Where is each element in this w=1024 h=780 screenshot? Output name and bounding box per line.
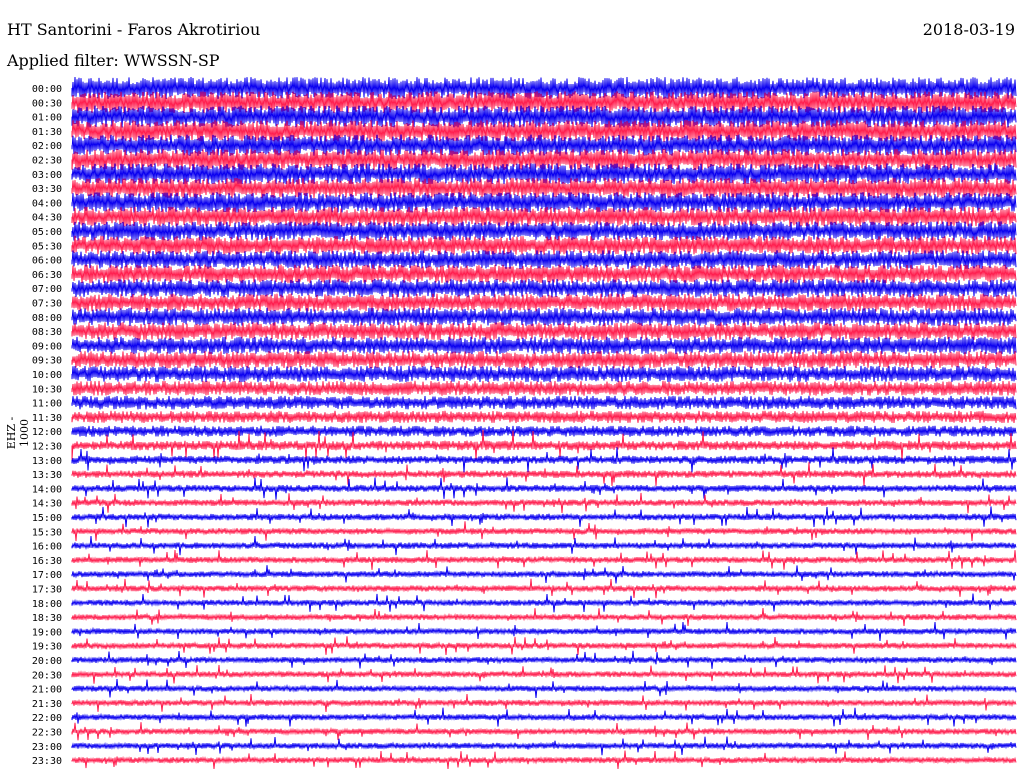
time-tick-label: 18:00 <box>32 599 62 610</box>
time-tick-label: 03:00 <box>32 170 62 181</box>
time-tick-label: 04:30 <box>32 213 62 224</box>
time-tick-label: 14:30 <box>32 499 62 510</box>
time-tick-label: 13:30 <box>32 470 62 481</box>
time-tick-label: 05:00 <box>32 227 62 238</box>
seismic-trace-1530 <box>71 521 1017 542</box>
seismic-trace-0500 <box>71 221 1017 241</box>
time-tick-label: 17:30 <box>32 585 62 596</box>
time-tick-label: 09:30 <box>32 356 62 367</box>
time-tick-label: 01:00 <box>32 113 62 124</box>
seismic-trace-2000 <box>71 650 1017 669</box>
time-tick-label: 15:00 <box>32 513 62 524</box>
time-tick-label: 21:00 <box>32 685 62 696</box>
time-tick-label: 20:30 <box>32 670 62 681</box>
seismic-trace-2100 <box>71 679 1017 698</box>
seismic-trace-1100 <box>71 395 1017 410</box>
seismic-trace-1030 <box>71 380 1017 396</box>
seismic-trace-1500 <box>71 506 1017 528</box>
time-tick-label: 01:30 <box>32 127 62 138</box>
seismic-trace-1600 <box>71 535 1017 556</box>
time-tick-label: 14:00 <box>32 484 62 495</box>
time-tick-label: 06:00 <box>32 256 62 267</box>
seismic-trace-1930 <box>71 636 1017 656</box>
time-tick-label: 00:30 <box>32 98 62 109</box>
time-tick-label: 23:30 <box>32 756 62 767</box>
seismic-trace-1400 <box>71 477 1017 500</box>
time-tick-label: 09:00 <box>32 341 62 352</box>
seismic-trace-2030 <box>71 664 1017 684</box>
time-tick-label: 19:00 <box>32 627 62 638</box>
seismic-trace-1430 <box>71 492 1017 514</box>
time-tick-label: 08:30 <box>32 327 62 338</box>
time-tick-label: 11:30 <box>32 413 62 424</box>
time-tick-label: 13:00 <box>32 456 62 467</box>
seismic-trace-2130 <box>71 693 1017 712</box>
seismic-trace-1730 <box>71 578 1017 599</box>
time-tick-label: 02:00 <box>32 141 62 152</box>
time-tick-label: 12:30 <box>32 442 62 453</box>
time-tick-label: 22:30 <box>32 728 62 739</box>
time-tick-label: 11:00 <box>32 399 62 410</box>
time-tick-label: 10:30 <box>32 384 62 395</box>
time-tick-label: 12:00 <box>32 427 62 438</box>
seismic-trace-0930 <box>71 351 1017 369</box>
seismic-trace-1700 <box>71 565 1017 584</box>
time-tick-label: 05:30 <box>32 241 62 252</box>
seismic-trace-1800 <box>71 593 1017 613</box>
seismic-trace-2330 <box>71 750 1017 770</box>
time-tick-label: 23:00 <box>32 742 62 753</box>
time-tick-label: 03:30 <box>32 184 62 195</box>
seismic-trace-0530 <box>71 235 1017 255</box>
time-tick-label: 04:00 <box>32 198 62 209</box>
seismic-trace-1200 <box>71 425 1017 437</box>
time-tick-label: 02:30 <box>32 156 62 167</box>
seismic-trace-1630 <box>71 550 1017 570</box>
seismic-trace-1830 <box>71 608 1017 627</box>
seismic-trace-1900 <box>71 621 1017 641</box>
seismic-trace-1130 <box>71 410 1017 424</box>
time-tick-label: 22:00 <box>32 713 62 724</box>
helicorder-plot: 00:00 00:30 01:00 01:30 02:00 02:30 03:00 03:30… <box>32 76 1017 770</box>
time-tick-label: 07:00 <box>32 284 62 295</box>
time-tick-label: 16:00 <box>32 542 62 553</box>
seismic-trace-2300 <box>71 736 1017 756</box>
seismic-trace-0630 <box>71 264 1017 284</box>
time-tick-label: 19:30 <box>32 642 62 653</box>
time-tick-label: 16:30 <box>32 556 62 567</box>
time-tick-label: 06:30 <box>32 270 62 281</box>
time-tick-label: 20:00 <box>32 656 62 667</box>
time-tick-label: 17:00 <box>32 570 62 581</box>
time-tick-label: 18:30 <box>32 613 62 624</box>
seismic-trace-0430 <box>71 206 1017 227</box>
seismic-trace-0730 <box>71 293 1017 312</box>
time-tick-label: 15:30 <box>32 527 62 538</box>
time-tick-label: 08:00 <box>32 313 62 324</box>
seismic-trace-1330 <box>71 462 1017 487</box>
seismic-trace-0800 <box>71 307 1017 326</box>
time-tick-label: 00:00 <box>32 84 62 95</box>
time-tick-label: 10:00 <box>32 370 62 381</box>
seismic-trace-2230 <box>71 722 1017 741</box>
time-tick-label: 21:30 <box>32 699 62 710</box>
seismic-trace-1000 <box>71 365 1017 383</box>
time-tick-label: 07:30 <box>32 299 62 310</box>
seismic-trace-2200 <box>71 707 1017 727</box>
